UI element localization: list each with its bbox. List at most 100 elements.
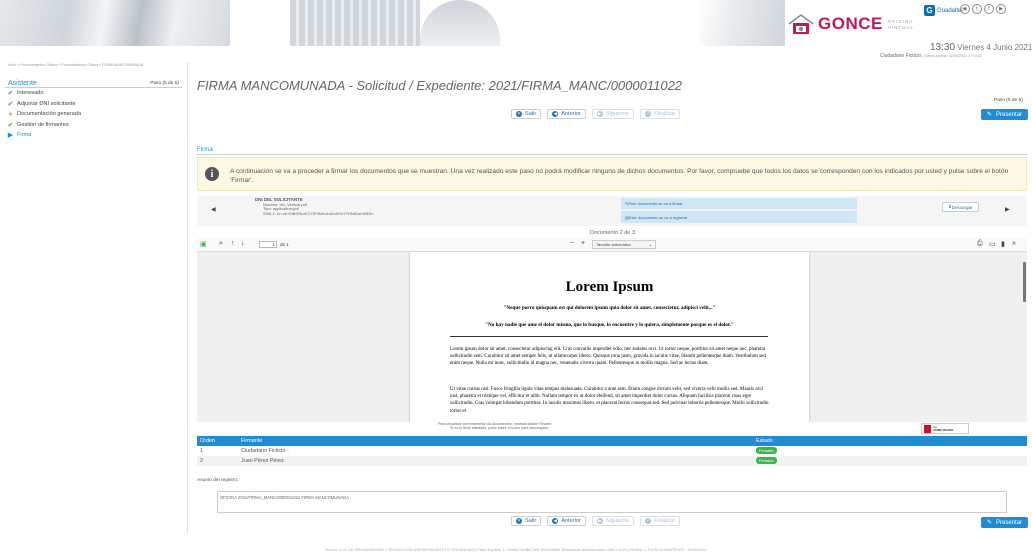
next-icon: ▶ — [596, 518, 603, 524]
youtube-icon[interactable]: ▶ — [996, 4, 1006, 14]
play-icon: ▶ — [7, 132, 14, 140]
adobe-reader-link[interactable]: Get ADOBE READER — [921, 423, 969, 434]
date: Viernes 4 Junio 2021 — [957, 43, 1032, 52]
sidebar-item-documentacion[interactable]: ● Documentación generada — [5, 109, 182, 120]
sidebar-divider — [187, 63, 188, 533]
adobe-note: Para visualizar correctamente los docume… — [438, 422, 552, 431]
sidebar-item-label: Documentación generada — [17, 111, 82, 118]
page-header: GONCE OFICINA VIRTUAL G Guadaltel ◉ t f … — [0, 0, 1032, 52]
button-label: Anterior — [561, 518, 581, 524]
adobe-label: Get ADOBE READER — [933, 426, 953, 432]
more-tools-icon[interactable]: » — [1012, 240, 1016, 247]
adobe-note-line: Si no lo tiene instalado, pulse sobre el… — [450, 426, 550, 431]
finalizar-button[interactable]: ✓ Finalizar — [640, 516, 681, 526]
twitter-icon[interactable]: t — [972, 4, 982, 14]
button-label: Siguiente — [605, 111, 630, 117]
clock: 13:30 Viernes 4 Junio 2021 — [930, 42, 1032, 53]
breadcrumb[interactable]: Inicio » Procedimientos Oficina » Proced… — [8, 63, 143, 67]
sidebar-toggle-icon[interactable]: ▣ — [200, 240, 207, 248]
sidebar-item-firma[interactable]: ▶ Firma — [5, 130, 182, 141]
brand-subtitle-line: VIRTUAL — [888, 25, 914, 30]
pdf-rule — [450, 336, 768, 337]
step-indicator: Paso (5 de 5) — [994, 98, 1023, 103]
siguiente-button[interactable]: ▶ Siguiente — [591, 516, 635, 526]
wizard-nav-bottom: ✕ Salir ◀ Anterior ▶ Siguiente ✓ Finalizar — [511, 516, 681, 526]
button-label: Presentar — [996, 519, 1023, 526]
pdf-scrollbar[interactable] — [1023, 262, 1026, 302]
open-file-icon[interactable]: ▭ — [989, 240, 996, 248]
brand-logo[interactable]: GONCE — [818, 14, 883, 34]
back-icon: ◀ — [552, 111, 559, 117]
table-cell: Ciudadano Ficticio - — [241, 448, 289, 454]
salir-button[interactable]: ✕ Salir — [511, 516, 542, 526]
pdf-heading: Lorem Ipsum — [565, 279, 654, 295]
pdf-quote: "Neque porro quisquam est qui dolorem ip… — [503, 305, 716, 311]
edit-icon: ✎ — [987, 520, 993, 526]
check-icon: ✔ — [7, 100, 14, 108]
sidebar-item-interesado[interactable]: ✔ Interesado — [5, 88, 182, 99]
zoom-select[interactable]: Tamaño automático ⌄ — [592, 240, 656, 249]
sidebar-header: Asistente Paso (5 de 5) — [5, 79, 182, 88]
wizard-sidebar: Asistente Paso (5 de 5) ✔ Interesado ✔ A… — [5, 79, 182, 141]
sidebar-item-adjuntar-dni[interactable]: ✔ Adjuntar DNI solicitante — [5, 99, 182, 110]
bookmark-icon[interactable]: ▮ — [1001, 240, 1005, 248]
next-icon: ▶ — [596, 111, 603, 117]
button-label: Salir — [525, 518, 537, 524]
page-footer: Excmo. D.G. DE ORGANIZACIÓN Y TECNOLOGÍA… — [325, 548, 707, 552]
finalizar-button[interactable]: ✓ Finalizar — [640, 109, 681, 119]
guadaltel-label: Guadaltel — [937, 7, 963, 14]
pdf-page: Lorem Ipsum "Neque porro quisquam est qu… — [410, 252, 809, 422]
header-photo — [0, 0, 230, 46]
pdf-quote: "No hay nadie que ame el dolor mismo, qu… — [485, 322, 734, 328]
zoom-in-icon[interactable]: + — [581, 240, 585, 247]
page-up-icon[interactable]: ↑ — [231, 240, 235, 247]
section-divider — [197, 154, 1027, 155]
pdf-viewer[interactable]: Lorem Ipsum "Neque porro quisquam est qu… — [197, 252, 1027, 422]
rss-icon[interactable]: ◉ — [960, 4, 970, 14]
info-icon: i — [205, 167, 219, 181]
button-label: Presentar — [996, 111, 1023, 118]
button-label: Siguiente — [605, 518, 630, 524]
presentar-button[interactable]: ✎ Presentar — [981, 517, 1029, 528]
table-cell: Firmado — [753, 457, 1027, 464]
user-info: Ciudadano Ficticio | Último acceso: 02/0… — [880, 53, 982, 59]
facebook-icon[interactable]: f — [984, 4, 994, 14]
edit-icon: ✎ — [987, 112, 993, 118]
table-cell: 1 — [200, 448, 203, 454]
register-flag-label: Este documento se va a registrar — [628, 214, 688, 220]
table-header: Orden Firmante Estado — [197, 436, 1027, 446]
button-label: Finalizar — [654, 518, 676, 524]
salir-button[interactable]: ✕ Salir — [511, 109, 542, 119]
page-down-icon[interactable]: ↓ — [241, 240, 245, 247]
anterior-button[interactable]: ◀ Anterior — [547, 109, 586, 119]
sidebar-item-firmantes[interactable]: ✔ Gestión de firmantes — [5, 120, 182, 131]
user-name[interactable]: Ciudadano Ficticio — [880, 53, 921, 59]
finish-icon: ✓ — [645, 518, 652, 524]
page-title: FIRMA MANCOMUNADA - Solicitud / Expedien… — [197, 78, 683, 93]
sidebar-item-label: Adjuntar DNI solicitante — [17, 100, 76, 107]
guadaltel-link[interactable]: G Guadaltel — [924, 4, 963, 17]
social-links: ◉ t f ▶ — [960, 4, 1006, 14]
alert-text: A continuación se va a proceder a firmar… — [230, 168, 1009, 184]
anterior-button[interactable]: ◀ Anterior — [547, 516, 586, 526]
info-alert: i A continuación se va a proceder a firm… — [197, 157, 1027, 191]
zoom-value: Tamaño automático — [596, 242, 631, 247]
asunto-textarea[interactable]: OFICINA 2021/FIRMA_MANC/0000011022 FIRMA… — [217, 491, 1007, 513]
pdf-paragraph: Lorem ipsum dolor sit amet, consectetur … — [450, 347, 766, 367]
button-label: Descargar — [951, 204, 973, 210]
page-number-input[interactable]: 1 — [259, 241, 277, 248]
document-carousel: ◀ DNI DEL SOLICITANTE Nombre: dni_Vertic… — [197, 196, 1027, 226]
table-row: 1 Ciudadano Ficticio - Firmado — [197, 446, 1027, 456]
presentar-button[interactable]: ✎ Presentar — [981, 109, 1029, 120]
descargar-button[interactable]: ⬇ Descargar — [942, 202, 979, 212]
button-label: Finalizar — [654, 111, 676, 117]
zoom-out-icon[interactable]: − — [570, 240, 574, 247]
next-document-icon[interactable]: ▶ — [1005, 206, 1010, 213]
exit-icon: ✕ — [516, 518, 522, 524]
prev-document-icon[interactable]: ◀ — [211, 206, 216, 213]
pdf-toolbar: ▣ ⌕ ↑ ↓ 1 de 1 − + Tamaño automático ⌄ ⎙ … — [197, 238, 1027, 252]
search-icon[interactable]: ⌕ — [219, 240, 223, 248]
siguiente-button[interactable]: ▶ Siguiente — [591, 109, 635, 119]
asunto-label: Asunto del registro: — [197, 478, 239, 483]
print-icon[interactable]: ⎙ — [977, 240, 983, 248]
